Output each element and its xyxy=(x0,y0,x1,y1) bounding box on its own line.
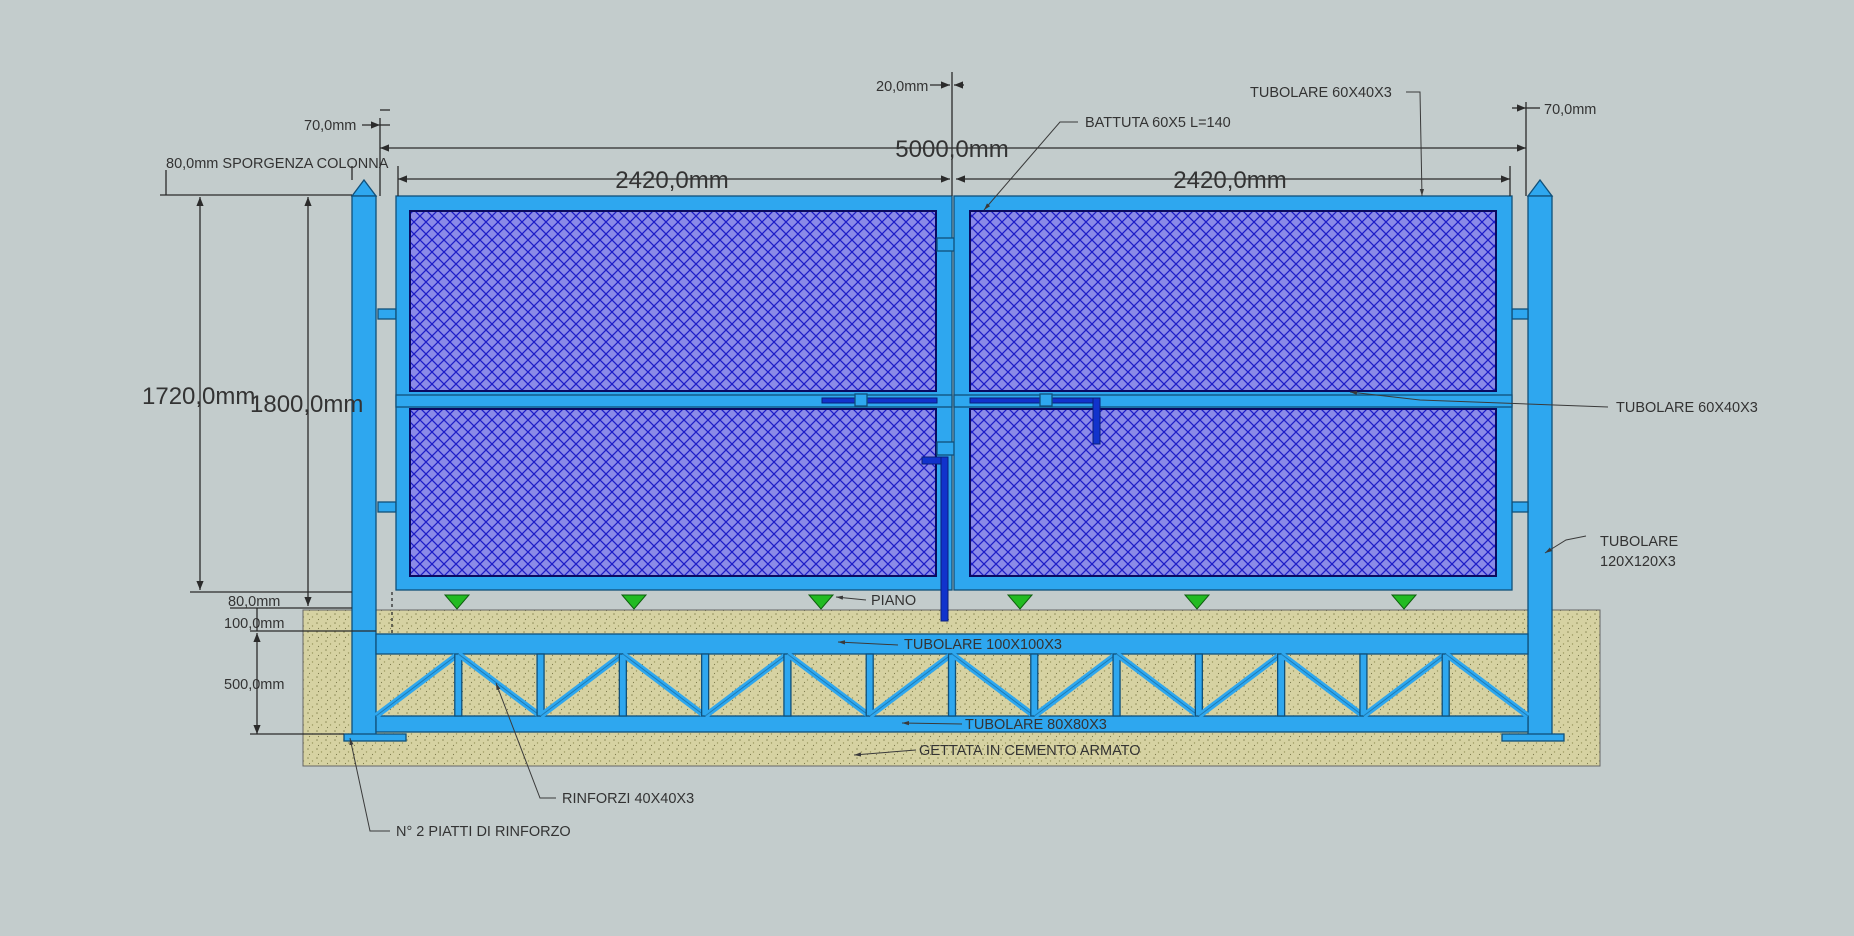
level-marker xyxy=(1183,594,1211,610)
label-tubolare-beam: TUBOLARE 100X100X3 xyxy=(904,637,1062,653)
label-tubolare-middle: TUBOLARE 60X40X3 xyxy=(1616,400,1758,416)
truss-vertical xyxy=(1112,653,1121,717)
dim-panel-height: 1720,0mm xyxy=(142,383,255,410)
level-markers xyxy=(443,594,1418,610)
truss-vertical xyxy=(1194,653,1204,717)
dim-post-right: 70,0mm xyxy=(1544,102,1596,118)
dim-leaf-right: 2420,0mm xyxy=(1173,167,1286,194)
dim-leaf-left: 2420,0mm xyxy=(615,167,728,194)
label-piano: PIANO xyxy=(871,593,916,609)
label-concrete: GETTATA IN CEMENTO ARMATO xyxy=(919,743,1141,759)
truss-vertical xyxy=(783,653,792,717)
truss-vertical xyxy=(947,653,957,717)
dim-foundation-depth: 500,0mm xyxy=(224,677,284,693)
truss-vertical xyxy=(1359,653,1368,717)
label-battuta: BATTUTA 60X5 L=140 xyxy=(1085,115,1231,131)
level-marker xyxy=(620,594,648,610)
level-marker xyxy=(807,594,835,610)
label-tubolare-top: TUBOLARE 60X40X3 xyxy=(1250,85,1392,101)
dim-post-left: 70,0mm xyxy=(304,118,356,134)
truss-vertical xyxy=(865,653,874,717)
label-piatti: N° 2 PIATTI DI RINFORZO xyxy=(396,824,571,840)
level-marker xyxy=(1006,594,1034,610)
label-tubolare-post-line1: TUBOLARE xyxy=(1600,534,1678,550)
dim-beam-height: 100,0mm xyxy=(224,616,284,632)
gate-leaf-right xyxy=(953,195,1513,591)
gate-leaf-left xyxy=(395,195,971,591)
truss-vertical xyxy=(1030,653,1039,717)
truss-vertical xyxy=(618,653,628,717)
level-marker xyxy=(443,594,471,610)
truss-vertical xyxy=(700,653,710,717)
label-tubolare-bottom: TUBOLARE 80X80X3 xyxy=(965,717,1107,733)
dim-post-protrusion: 80,0mm SPORGENZA COLONNA xyxy=(166,156,389,172)
dim-overall-height: 1800,0mm xyxy=(250,391,363,418)
dim-center-gap: 20,0mm xyxy=(876,79,928,95)
level-marker xyxy=(1390,594,1418,610)
truss-vertical xyxy=(1441,653,1450,717)
dim-ground-gap: 80,0mm xyxy=(228,594,280,610)
gate-technical-drawing: 5000,0mm 2420,0mm 2420,0mm 20,0mm 70,0mm… xyxy=(142,72,1758,840)
truss-vertical xyxy=(454,653,463,717)
label-tubolare-post-line2: 120X120X3 xyxy=(1600,554,1676,570)
truss-vertical xyxy=(1276,653,1286,717)
dim-total-width: 5000,0mm xyxy=(895,136,1008,163)
truss-vertical xyxy=(536,653,545,717)
label-rinforzi: RINFORZI 40X40X3 xyxy=(562,791,694,807)
